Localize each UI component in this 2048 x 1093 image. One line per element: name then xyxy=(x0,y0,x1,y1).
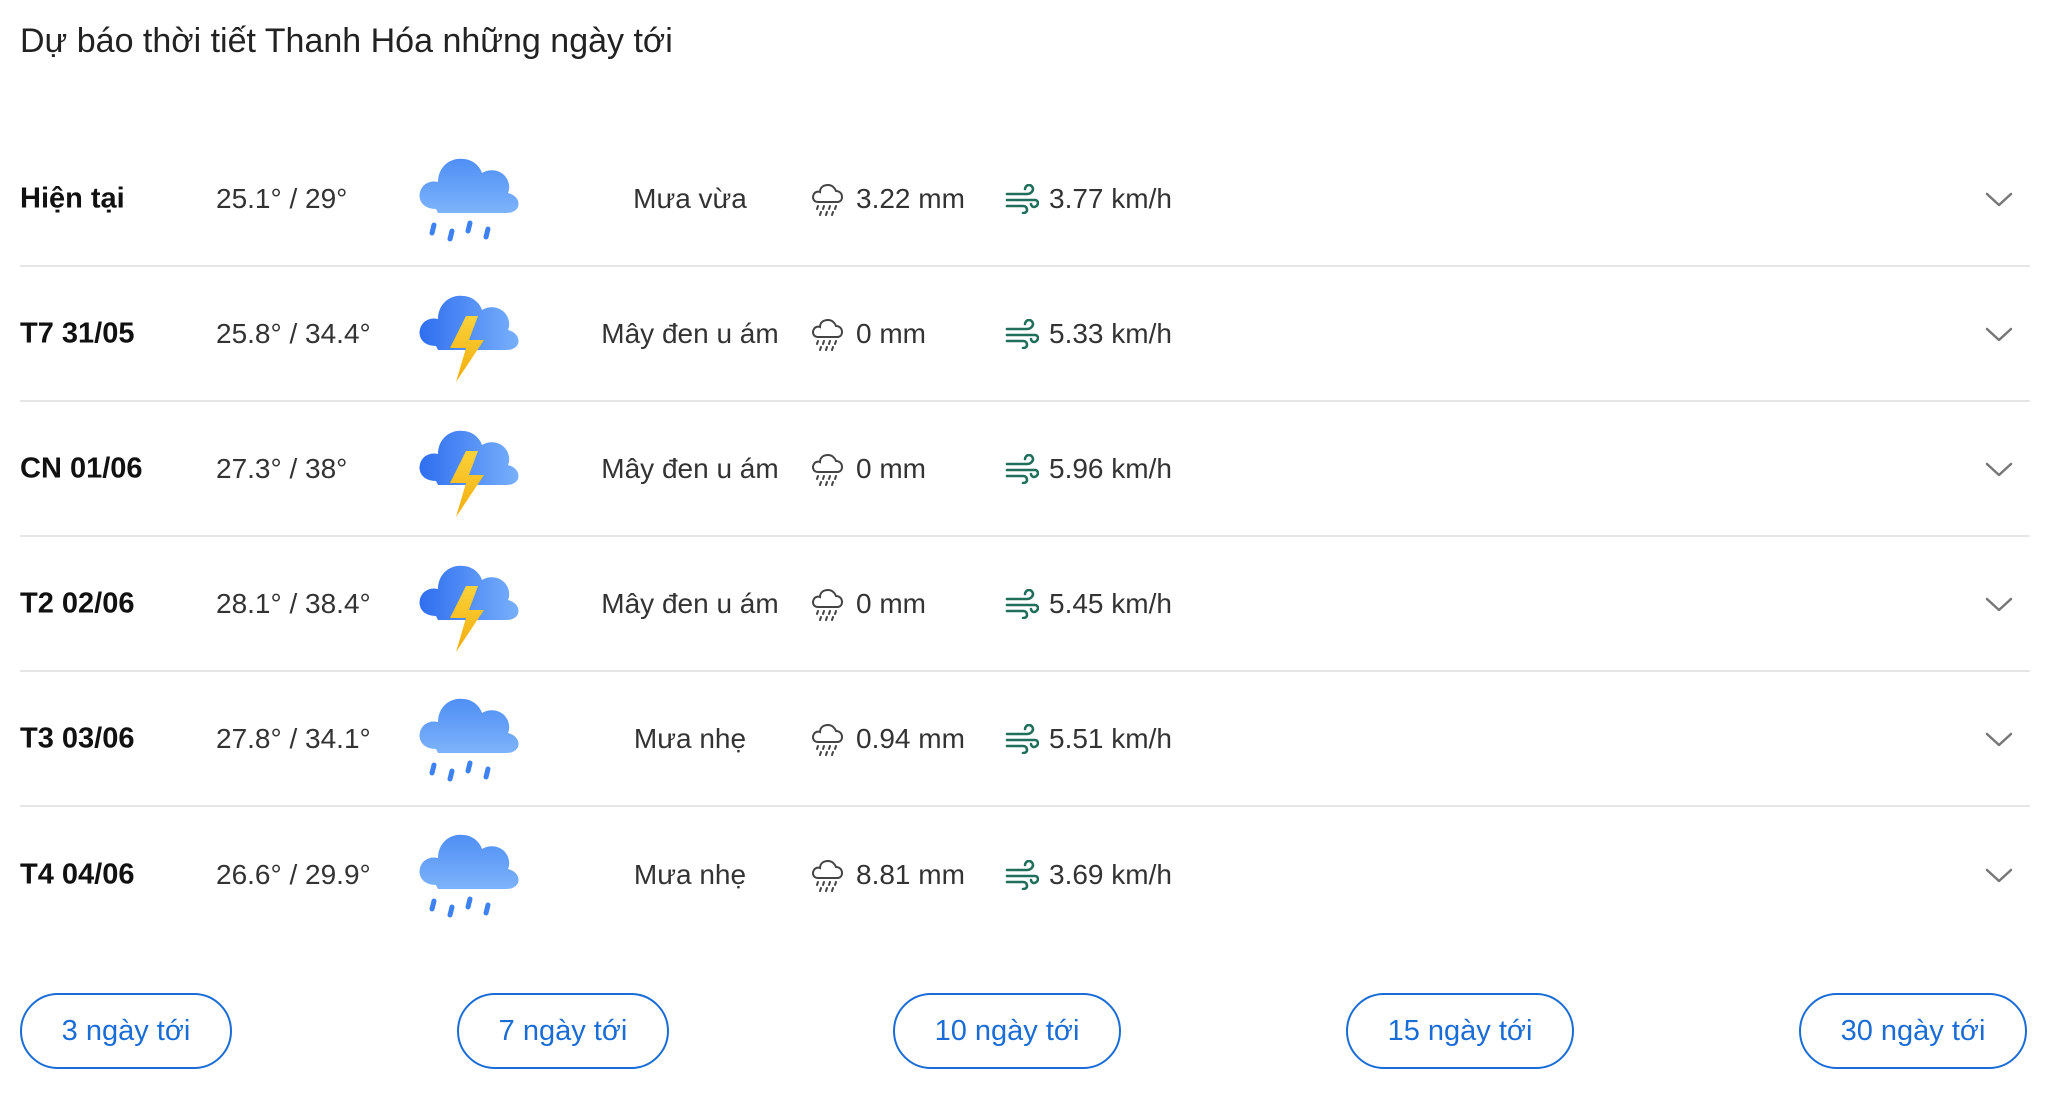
chevron-down-icon[interactable] xyxy=(1984,189,2014,209)
range-button[interactable]: 3 ngày tới xyxy=(20,993,232,1069)
range-button[interactable]: 10 ngày tới xyxy=(893,993,1121,1069)
precipitation-value: 0 mm xyxy=(856,317,926,349)
forecast-day: T7 31/05 xyxy=(20,317,135,349)
forecast-condition: Mây đen u ám xyxy=(601,317,779,349)
wind-speed: 5.45 km/h xyxy=(1005,588,1172,620)
precipitation: 0 mm xyxy=(810,587,926,621)
thunderstorm-icon xyxy=(414,282,526,386)
chevron-down-icon[interactable] xyxy=(1984,324,2014,344)
forecast-day: T2 02/06 xyxy=(20,587,135,619)
forecast-condition: Mây đen u ám xyxy=(601,452,779,484)
chevron-down-icon[interactable] xyxy=(1984,865,2014,885)
wind-value: 5.96 km/h xyxy=(1049,452,1172,484)
forecast-condition: Mây đen u ám xyxy=(601,587,779,619)
precipitation: 8.81 mm xyxy=(810,858,965,892)
precipitation-icon xyxy=(810,452,844,486)
forecast-temperature: 26.6° / 29.9° xyxy=(216,858,371,890)
range-button[interactable]: 30 ngày tới xyxy=(1799,993,2027,1069)
wind-speed: 5.51 km/h xyxy=(1005,723,1172,755)
forecast-row[interactable]: T7 31/05 25.8° / 34.4° Mây đen u ám 0 mm 5.3… xyxy=(20,267,2030,402)
precipitation-icon xyxy=(810,587,844,621)
forecast-row[interactable]: Hiện tại 25.1° / 29° Mưa vừa 3.22 mm 3.77 km… xyxy=(20,132,2030,267)
precipitation-icon xyxy=(810,858,844,892)
forecast-row[interactable]: CN 01/06 27.3° / 38° Mây đen u ám 0 mm 5.96 … xyxy=(20,402,2030,537)
forecast-temperature: 28.1° / 38.4° xyxy=(216,587,371,619)
precipitation-value: 8.81 mm xyxy=(856,858,965,890)
forecast-condition: Mưa vừa xyxy=(633,182,747,214)
wind-speed: 3.69 km/h xyxy=(1005,859,1172,891)
wind-speed: 5.96 km/h xyxy=(1005,453,1172,485)
forecast-day: Hiện tại xyxy=(20,182,125,214)
wind-icon xyxy=(1005,724,1039,754)
chevron-down-icon[interactable] xyxy=(1984,729,2014,749)
thunderstorm-icon xyxy=(414,417,526,521)
wind-value: 5.33 km/h xyxy=(1049,317,1172,349)
chevron-down-icon[interactable] xyxy=(1984,594,2014,614)
wind-value: 3.69 km/h xyxy=(1049,858,1172,890)
wind-icon xyxy=(1005,860,1039,890)
forecast-row[interactable]: T2 02/06 28.1° / 38.4° Mây đen u ám 0 mm 5.4… xyxy=(20,537,2030,672)
precipitation-icon xyxy=(810,722,844,756)
precipitation: 0 mm xyxy=(810,317,926,351)
forecast-condition: Mưa nhẹ xyxy=(633,858,747,890)
forecast-condition: Mưa nhẹ xyxy=(633,722,747,754)
wind-value: 5.45 km/h xyxy=(1049,587,1172,619)
forecast-day: CN 01/06 xyxy=(20,452,143,484)
wind-value: 5.51 km/h xyxy=(1049,722,1172,754)
precipitation: 3.22 mm xyxy=(810,182,965,216)
wind-icon xyxy=(1005,454,1039,484)
wind-value: 3.77 km/h xyxy=(1049,182,1172,214)
forecast-row[interactable]: T4 04/06 26.6° / 29.9° Mưa nhẹ 8.81 mm 3.69 … xyxy=(20,807,2030,942)
rain-icon xyxy=(414,823,526,927)
precipitation-icon xyxy=(810,182,844,216)
rain-icon xyxy=(414,147,526,251)
precipitation-value: 3.22 mm xyxy=(856,182,965,214)
page-title: Dự báo thời tiết Thanh Hóa những ngày tớ… xyxy=(20,22,673,60)
precipitation: 0 mm xyxy=(810,452,926,486)
range-button[interactable]: 7 ngày tới xyxy=(457,993,669,1069)
chevron-down-icon[interactable] xyxy=(1984,459,2014,479)
forecast-temperature: 25.1° / 29° xyxy=(216,182,348,214)
forecast-day: T4 04/06 xyxy=(20,858,135,890)
precipitation-icon xyxy=(810,317,844,351)
wind-icon xyxy=(1005,184,1039,214)
wind-icon xyxy=(1005,589,1039,619)
forecast-list: Hiện tại 25.1° / 29° Mưa vừa 3.22 mm 3.77 km… xyxy=(20,132,2030,942)
forecast-temperature: 25.8° / 34.4° xyxy=(216,317,371,349)
forecast-row[interactable]: T3 03/06 27.8° / 34.1° Mưa nhẹ 0.94 mm 5.51 … xyxy=(20,672,2030,807)
wind-speed: 5.33 km/h xyxy=(1005,318,1172,350)
range-buttons: 3 ngày tới 7 ngày tới 10 ngày tới 15 ngày t… xyxy=(20,993,2030,1073)
wind-speed: 3.77 km/h xyxy=(1005,183,1172,215)
range-button[interactable]: 15 ngày tới xyxy=(1346,993,1574,1069)
precipitation-value: 0.94 mm xyxy=(856,722,965,754)
precipitation-value: 0 mm xyxy=(856,587,926,619)
forecast-day: T3 03/06 xyxy=(20,722,135,754)
precipitation: 0.94 mm xyxy=(810,722,965,756)
forecast-temperature: 27.8° / 34.1° xyxy=(216,722,371,754)
wind-icon xyxy=(1005,319,1039,349)
thunderstorm-icon xyxy=(414,552,526,656)
forecast-temperature: 27.3° / 38° xyxy=(216,452,348,484)
precipitation-value: 0 mm xyxy=(856,452,926,484)
rain-icon xyxy=(414,687,526,791)
